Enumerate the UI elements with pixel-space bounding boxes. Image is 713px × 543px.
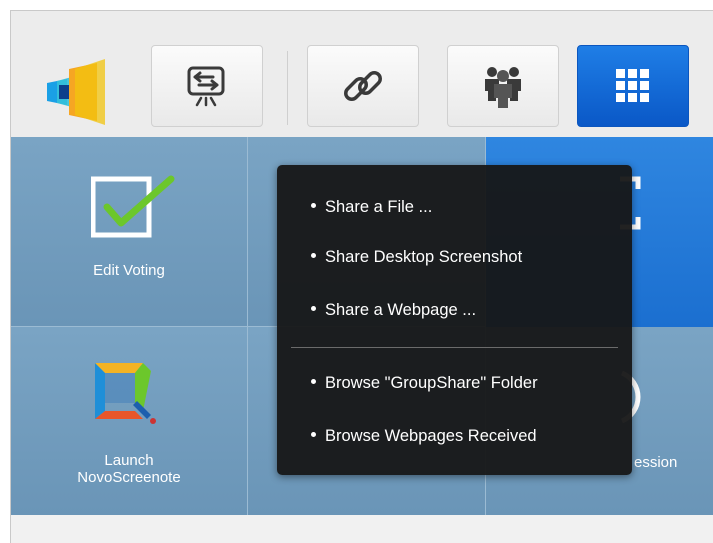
tile-label: ession — [634, 454, 678, 471]
screen-share-button[interactable] — [151, 45, 263, 127]
group-users-icon — [485, 67, 521, 108]
share-context-menu: Share a File ... Share Desktop Screensho… — [277, 165, 632, 475]
status-bar — [11, 515, 713, 543]
tile-label-text: Launch NovoScreenote — [77, 452, 181, 486]
grid-apps-icon — [616, 69, 649, 102]
menu-item-share-desktop-screenshot[interactable]: Share Desktop Screenshot — [311, 247, 522, 267]
tile-label: Edit Voting — [93, 262, 165, 279]
menu-item-browse-webpages-received[interactable]: Browse Webpages Received — [311, 426, 537, 446]
launch-novoscreenote-tile[interactable]: Launch NovoScreenote — [11, 327, 248, 515]
tile-label: Launch NovoScreenote — [11, 452, 247, 486]
menu-item-browse-groupshare-folder[interactable]: Browse "GroupShare" Folder — [311, 373, 538, 393]
bullet-icon — [311, 306, 316, 312]
bullet-icon — [311, 379, 316, 385]
presentation-screen-icon — [187, 66, 225, 107]
menu-item-label: Browse Webpages Received — [325, 427, 537, 445]
menu-divider — [291, 347, 618, 348]
bullet-icon — [311, 203, 316, 209]
bullet-icon — [311, 432, 316, 438]
screenote-icon — [95, 363, 156, 424]
menu-item-label: Share a File ... — [325, 198, 433, 216]
group-button[interactable] — [447, 45, 559, 127]
checkbox-check-icon — [91, 175, 175, 238]
menu-item-label: Browse "GroupShare" Folder — [325, 374, 538, 392]
toolbar-separator — [287, 51, 288, 125]
menu-item-share-file[interactable]: Share a File ... — [311, 197, 432, 217]
menu-item-label: Share a Webpage ... — [325, 301, 477, 319]
bullet-icon — [311, 253, 316, 259]
link-icon — [344, 71, 382, 101]
app-logo-icon — [47, 59, 105, 125]
edit-voting-tile[interactable]: Edit Voting — [11, 137, 248, 327]
menu-item-share-webpage[interactable]: Share a Webpage ... — [311, 300, 476, 320]
toolbar — [11, 11, 713, 137]
menu-item-label: Share Desktop Screenshot — [325, 248, 523, 266]
link-button[interactable] — [307, 45, 419, 127]
apps-button[interactable] — [577, 45, 689, 127]
